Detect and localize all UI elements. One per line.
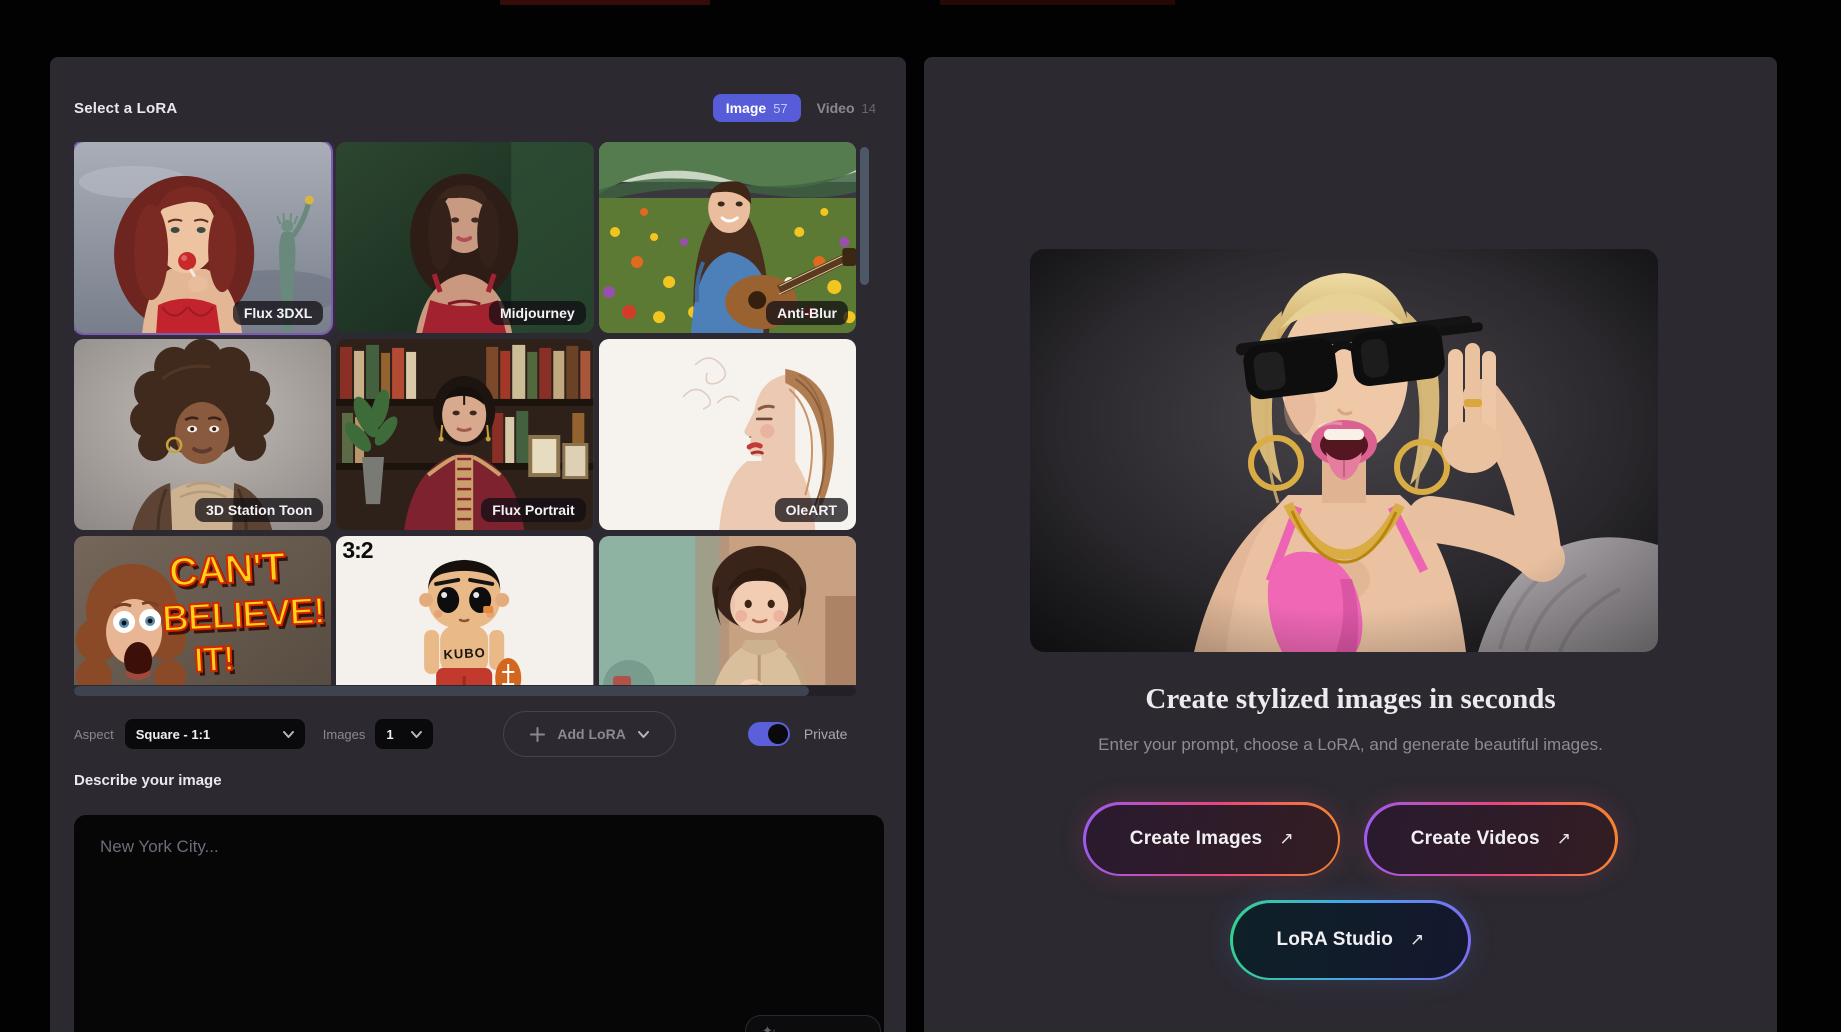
prompt-input[interactable] [74,815,884,1032]
media-type-tabs: Image 57 Video 14 [713,94,878,122]
tab-video-label: Video [817,100,855,116]
grid-vertical-scrollbar[interactable] [860,147,869,285]
panel-title: Select a LoRA [74,100,177,117]
generation-controls: Aspect Square - 1:1 Images 1 Add LoRA Pr… [74,711,847,757]
arrow-up-right-icon: ↗ [1410,930,1424,950]
welcome-heading: Create stylized images in seconds [924,683,1777,716]
lora-tile-cartoon-girl[interactable] [599,536,856,685]
lora-studio-label: LoRA Studio [1277,929,1394,951]
lora-tile-oleart[interactable]: OleART [599,339,856,530]
hero-illustration [1030,249,1658,652]
images-count-select[interactable]: 1 [375,719,433,749]
tab-image-label: Image [726,100,766,116]
create-videos-button[interactable]: Create Videos ↗ [1364,802,1617,876]
prompt-input-container: ✦ₗ [74,815,884,1032]
images-count-value: 1 [386,727,393,742]
lora-tile-label: Anti-Blur [766,301,848,325]
lora-tile-anti-blur[interactable]: Anti-Blur [599,142,856,333]
welcome-subheading: Enter your prompt, choose a LoRA, and ge… [924,735,1777,755]
lora-tile-kubo[interactable]: 3:2 KUBO [336,536,593,685]
lora-panel-header: Select a LoRA Image 57 Video 14 [74,91,878,125]
grid-horizontal-scrollbar-thumb[interactable] [74,686,809,696]
describe-image-label: Describe your image [74,772,222,789]
lora-tile-meme[interactable]: CAN'T BELIEVE! IT! [74,536,331,685]
tab-image[interactable]: Image 57 [713,94,801,122]
private-toggle[interactable] [748,722,790,746]
meme-text-line1: CAN'T [168,545,286,596]
aspect-select[interactable]: Square - 1:1 [125,719,305,749]
lora-grid: Flux 3DXL Midjourn [74,142,856,685]
cta-button-row: Create Images ↗ Create Videos ↗ [924,802,1777,876]
images-label: Images [323,727,366,742]
aspect-value: Square - 1:1 [136,727,210,742]
tab-video[interactable]: Video 14 [815,94,878,122]
toggle-knob [768,724,788,744]
arrow-up-right-icon: ↗ [1279,829,1293,849]
lora-tile-label: Flux Portrait [481,498,585,522]
meme-text-line3: IT! [193,639,235,681]
create-images-button[interactable]: Create Images ↗ [1083,802,1340,876]
add-lora-button[interactable]: Add LoRA [503,711,675,757]
aspect-badge: 3:2 [342,537,372,564]
background-sliver [940,0,1175,5]
lora-tile-label: OleART [775,498,848,522]
hero-image [1030,249,1658,652]
lora-tile-label: Midjourney [489,301,586,325]
lora-tile-label: 3D Station Toon [195,498,323,522]
create-videos-label: Create Videos [1411,828,1540,850]
lora-selection-panel: Select a LoRA Image 57 Video 14 [50,57,906,1032]
lora-tile-flux-3dxl[interactable]: Flux 3DXL [74,142,331,333]
chevron-down-icon [283,731,294,738]
lora-tile-midjourney[interactable]: Midjourney [336,142,593,333]
create-images-label: Create Images [1130,828,1263,850]
lora-tile-3d-station-toon[interactable]: 3D Station Toon [74,339,331,530]
studio-button-row: LoRA Studio ↗ [924,900,1777,980]
sparkle-icon: ✦ₗ [762,1024,775,1032]
grid-horizontal-scrollbar[interactable] [74,686,856,696]
background-sliver [500,0,710,5]
lora-thumbnail-illustration [599,536,856,685]
add-lora-label: Add LoRA [557,726,625,742]
tab-image-count: 57 [773,101,787,116]
private-label: Private [804,726,848,742]
prompt-enhance-button[interactable]: ✦ₗ [745,1015,881,1032]
arrow-up-right-icon: ↗ [1557,829,1571,849]
aspect-label: Aspect [74,727,114,742]
meme-text-line2: BELIEVE! [161,590,326,640]
lora-tile-flux-portrait[interactable]: Flux Portrait [336,339,593,530]
plus-icon [530,727,545,742]
chevron-down-icon [638,731,649,738]
chevron-down-icon [411,731,422,738]
lora-studio-button[interactable]: LoRA Studio ↗ [1230,900,1471,980]
welcome-panel: Create stylized images in seconds Enter … [924,57,1777,1032]
tab-video-count: 14 [862,101,876,116]
lora-tile-label: Flux 3DXL [233,301,323,325]
